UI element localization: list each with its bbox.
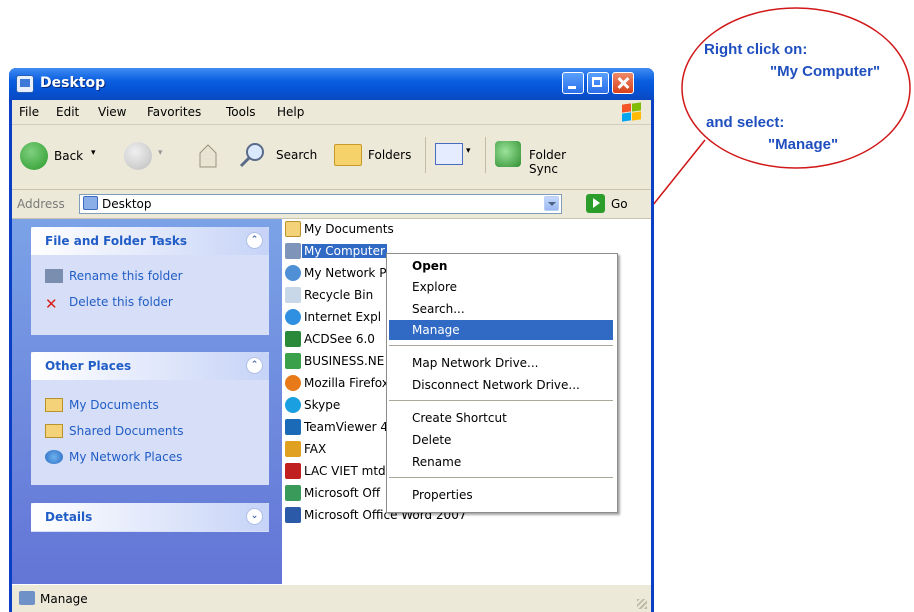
annotation-line-2: "My Computer" [770, 63, 881, 80]
computer-icon [19, 591, 35, 605]
other-places-panel: Other Places ⌃ My Documents Shared Docum… [31, 352, 269, 485]
desktop-icon [16, 75, 34, 93]
menu-item-delete[interactable]: Delete [389, 430, 613, 450]
go-button[interactable]: Go [611, 197, 628, 211]
folder-icon [334, 144, 362, 166]
shared-documents-link[interactable]: Shared Documents [45, 424, 183, 438]
shared-folder-icon [45, 424, 63, 438]
status-bar: Manage [12, 584, 651, 612]
minimize-button[interactable] [562, 72, 584, 94]
menu-item-create-shortcut[interactable]: Create Shortcut [389, 408, 613, 428]
other-places-header[interactable]: Other Places ⌃ [31, 352, 269, 380]
context-menu: Open Explore Search... Manage Map Networ… [386, 253, 618, 513]
details-header[interactable]: Details ⌄ [31, 503, 269, 531]
close-button[interactable] [612, 72, 634, 94]
lac-viet-icon [285, 463, 301, 479]
forward-dropdown-icon: ▾ [158, 148, 163, 158]
folder-sync-icon [495, 141, 521, 167]
up-folder-icon[interactable] [196, 141, 220, 169]
menu-item-map-network-drive[interactable]: Map Network Drive... [389, 353, 613, 373]
file-item-my-documents[interactable]: My Documents [285, 219, 405, 239]
computer-icon [285, 243, 301, 259]
go-arrow-icon[interactable] [586, 194, 605, 213]
task-pane: File and Folder Tasks ⌃ Rename this fold… [12, 219, 282, 584]
menu-separator [389, 477, 613, 478]
word-icon [285, 507, 301, 523]
menu-item-properties[interactable]: Properties [389, 485, 613, 505]
toolbar: Back ▾ ▾ Search Folders ▾ Folder Sync [12, 125, 651, 190]
my-documents-link[interactable]: My Documents [45, 398, 159, 412]
network-places-icon [45, 450, 63, 464]
collapse-icon[interactable]: ⌃ [246, 357, 263, 374]
file-folder-tasks-header[interactable]: File and Folder Tasks ⌃ [31, 227, 269, 255]
menu-separator [389, 345, 613, 346]
folder-icon [285, 221, 301, 237]
fax-icon [285, 441, 301, 457]
back-arrow-icon [20, 142, 48, 170]
teamviewer-icon [285, 419, 301, 435]
address-value: Desktop [102, 197, 152, 211]
window-title: Desktop [40, 75, 106, 91]
acdsee-icon [285, 331, 301, 347]
menu-item-disconnect-network-drive[interactable]: Disconnect Network Drive... [389, 375, 613, 395]
annotation-line-1: Right click on: [704, 41, 808, 58]
delete-icon: ✕ [45, 295, 58, 313]
recycle-bin-icon [285, 287, 301, 303]
collapse-icon[interactable]: ⌃ [246, 232, 263, 249]
my-documents-icon [45, 398, 63, 412]
search-icon [239, 143, 264, 168]
desktop-icon [83, 196, 98, 210]
internet-explorer-icon [285, 309, 301, 325]
office-icon [285, 485, 301, 501]
resize-grip[interactable] [637, 599, 647, 609]
firefox-icon [285, 375, 301, 391]
rename-icon [45, 269, 63, 283]
delete-folder-link[interactable]: ✕ Delete this folder [45, 295, 173, 313]
menu-item-open[interactable]: Open [389, 256, 613, 276]
menu-item-explore[interactable]: Explore [389, 277, 613, 297]
details-panel: Details ⌄ [31, 503, 269, 532]
status-text: Manage [40, 592, 88, 606]
menu-view[interactable]: View [98, 105, 126, 119]
shortcut-icon [285, 353, 301, 369]
menu-favorites[interactable]: Favorites [147, 105, 201, 119]
address-dropdown-button[interactable] [544, 196, 559, 211]
menu-tools[interactable]: Tools [226, 105, 256, 119]
address-bar: Address Desktop Go [12, 190, 651, 219]
toolbar-divider [485, 137, 486, 173]
menu-file[interactable]: File [19, 105, 39, 119]
menu-item-search[interactable]: Search... [389, 299, 613, 319]
skype-icon [285, 397, 301, 413]
address-label: Address [17, 197, 65, 211]
title-bar[interactable]: Desktop [9, 68, 654, 100]
annotation-line-3: and select: [706, 114, 785, 131]
menu-edit[interactable]: Edit [56, 105, 79, 119]
annotation-line-4: "Manage" [768, 136, 839, 153]
menu-bar: File Edit View Favorites Tools Help [12, 100, 651, 125]
menu-separator [389, 400, 613, 401]
windows-logo-icon [621, 102, 643, 122]
views-icon [435, 143, 463, 165]
toolbar-divider [425, 137, 426, 173]
network-icon [285, 265, 301, 281]
maximize-button[interactable] [587, 72, 609, 94]
expand-icon[interactable]: ⌄ [246, 508, 263, 525]
my-network-places-link[interactable]: My Network Places [45, 450, 182, 464]
rename-folder-link[interactable]: Rename this folder [45, 269, 183, 283]
menu-item-manage[interactable]: Manage [389, 320, 613, 340]
address-field[interactable]: Desktop [79, 194, 562, 214]
menu-help[interactable]: Help [277, 105, 304, 119]
forward-arrow-icon [124, 142, 152, 170]
back-dropdown-icon: ▾ [91, 148, 96, 158]
menu-item-rename[interactable]: Rename [389, 452, 613, 472]
file-folder-tasks-panel: File and Folder Tasks ⌃ Rename this fold… [31, 227, 269, 335]
